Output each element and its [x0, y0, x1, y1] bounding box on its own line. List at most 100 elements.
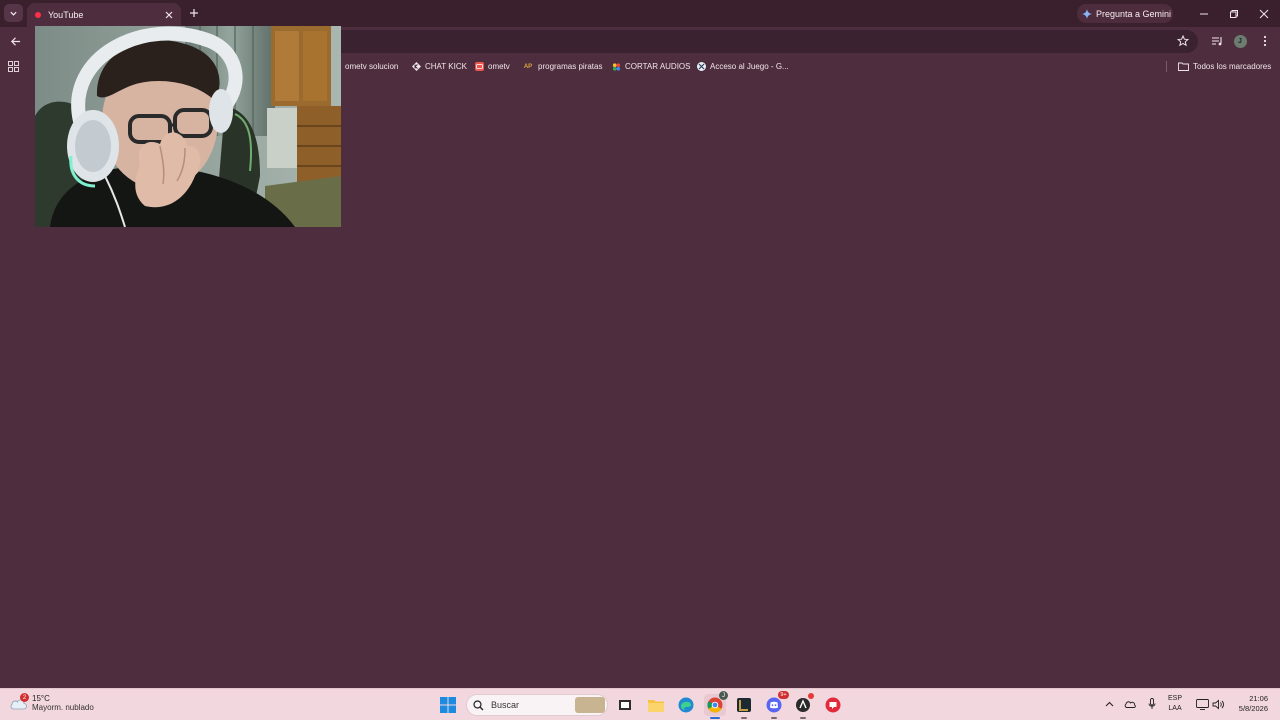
chrome-profile-badge: J: [719, 691, 728, 700]
webcam-overlay: [35, 26, 341, 227]
bookmark-ometv[interactable]: ometv: [475, 60, 510, 73]
minimize-icon: [1200, 13, 1208, 14]
bookmark-chat-kick[interactable]: CHAT KICK: [412, 60, 467, 73]
gemini-label: Pregunta a Gemini: [1096, 8, 1172, 19]
taskbar-file-explorer[interactable]: [645, 694, 667, 716]
taskbar-discord[interactable]: 9+: [763, 691, 789, 719]
folder-icon: [648, 700, 664, 712]
folder-icon: [1178, 62, 1189, 71]
taskbar-chrome[interactable]: J: [704, 691, 728, 719]
playlist-icon: [1212, 37, 1222, 46]
microphone-icon: [1148, 698, 1156, 709]
minimize-button[interactable]: [1189, 0, 1219, 27]
tab-search-button[interactable]: [4, 4, 23, 22]
start-button[interactable]: [437, 694, 459, 716]
weather-badge: 2: [20, 693, 29, 702]
close-icon: [1259, 9, 1269, 18]
search-placeholder: Buscar: [491, 700, 520, 710]
bookmark-label: ometv: [488, 62, 510, 71]
active-indicator: [710, 717, 720, 719]
bookmark-label: ometv solucion: [345, 62, 399, 71]
close-tab-icon[interactable]: [163, 9, 175, 21]
taskbar-app-red[interactable]: [822, 694, 844, 716]
gemini-button[interactable]: Pregunta a Gemini: [1077, 4, 1173, 23]
chevron-up-icon: [1105, 701, 1113, 707]
taskbar-search[interactable]: Buscar: [466, 694, 608, 716]
bookmark-acceso-al-juego[interactable]: Acceso al Juego - G...: [697, 60, 789, 73]
audio-cut-icon: [612, 62, 621, 71]
discord-icon: [766, 697, 782, 713]
youtube-favicon-icon: [35, 12, 41, 18]
search-icon: [473, 699, 484, 710]
active-indicator: [741, 717, 747, 719]
app-icon: [796, 698, 810, 712]
close-window-button[interactable]: [1249, 0, 1279, 27]
active-indicator: [800, 717, 806, 719]
media-control-button[interactable]: [1208, 32, 1226, 50]
language-indicator[interactable]: ESP LAA: [1168, 694, 1182, 714]
kick-icon: [412, 62, 421, 71]
clock[interactable]: 21:06 5/8/2026: [1230, 694, 1268, 714]
bookmark-star-button[interactable]: [1174, 32, 1192, 50]
all-bookmarks-label: Todos los marcadores: [1193, 62, 1272, 71]
bookmark-label: CHAT KICK: [425, 62, 467, 71]
show-hidden-icons-button[interactable]: [1102, 697, 1116, 711]
bookmark-label: CORTAR AUDIOS: [625, 62, 691, 71]
bookmark-ometv-solucion[interactable]: ometv solucion: [336, 60, 398, 73]
address-bar[interactable]: [330, 30, 1198, 53]
x-icon: [697, 62, 706, 71]
all-bookmarks-button[interactable]: Todos los marcadores: [1178, 60, 1271, 73]
clock-date: 5/8/2026: [1238, 704, 1268, 713]
star-icon: [1177, 35, 1189, 47]
restore-button[interactable]: [1219, 0, 1249, 27]
apps-button[interactable]: [8, 60, 19, 73]
weather-desc: Mayorm. nublado: [32, 703, 94, 712]
apps-grid-icon: [8, 61, 19, 72]
weather-widget[interactable]: 2 15°C Mayorm. nublado: [10, 693, 94, 712]
notification-dot: [808, 693, 814, 699]
new-tab-button[interactable]: [187, 6, 201, 20]
ap-icon: AP: [523, 63, 533, 70]
tray-volume[interactable]: [1211, 697, 1225, 711]
taskbar-league-of-legends[interactable]: [733, 694, 755, 719]
tray-network[interactable]: [1195, 697, 1209, 711]
avatar: J: [1233, 34, 1247, 48]
search-highlight-image: [575, 697, 605, 713]
active-indicator: [771, 717, 777, 719]
bookmark-programas-piratas[interactable]: AP programas piratas: [522, 60, 603, 73]
windows-logo-icon: [440, 697, 456, 713]
bookmark-label: programas piratas: [538, 62, 603, 71]
weather-temp: 15°C: [32, 694, 50, 703]
task-view-icon: [619, 700, 631, 710]
taskbar-edge[interactable]: [675, 694, 697, 716]
title-bar: YouTube Pregunta a Gemini: [0, 0, 1280, 27]
bookmarks-divider: [1166, 61, 1167, 72]
plus-icon: [190, 9, 198, 17]
tray-onedrive[interactable]: [1123, 697, 1137, 711]
monitor-network-icon: [1195, 698, 1209, 710]
league-of-legends-icon: [737, 698, 751, 712]
tab-title: YouTube: [48, 10, 84, 20]
app-icon: [825, 697, 841, 713]
bookmark-label: Acceso al Juego - G...: [710, 62, 789, 71]
windows-taskbar: 2 15°C Mayorm. nublado Buscar J 9+ ESP L…: [0, 688, 1280, 720]
profile-button[interactable]: J: [1231, 32, 1249, 50]
ometv-icon: [475, 62, 484, 71]
taskbar-app-dark[interactable]: [792, 693, 814, 719]
edge-icon: [678, 697, 694, 713]
taskbar-task-view[interactable]: [614, 694, 636, 716]
arrow-left-icon: [10, 36, 20, 46]
menu-button[interactable]: [1256, 32, 1274, 50]
gemini-sparkle-icon: [1082, 8, 1092, 19]
chevron-down-icon: [10, 11, 17, 16]
tab-youtube[interactable]: YouTube: [27, 3, 181, 27]
speaker-icon: [1212, 699, 1224, 709]
clock-time: 21:06: [1249, 694, 1268, 703]
more-vertical-icon: [1263, 35, 1267, 47]
back-button[interactable]: [6, 32, 24, 50]
restore-icon: [1230, 9, 1238, 18]
discord-badge: 9+: [778, 691, 789, 699]
webcam-video-image: [35, 26, 341, 227]
tray-microphone[interactable]: [1145, 697, 1159, 711]
bookmark-cortar-audios[interactable]: CORTAR AUDIOS: [612, 60, 691, 73]
